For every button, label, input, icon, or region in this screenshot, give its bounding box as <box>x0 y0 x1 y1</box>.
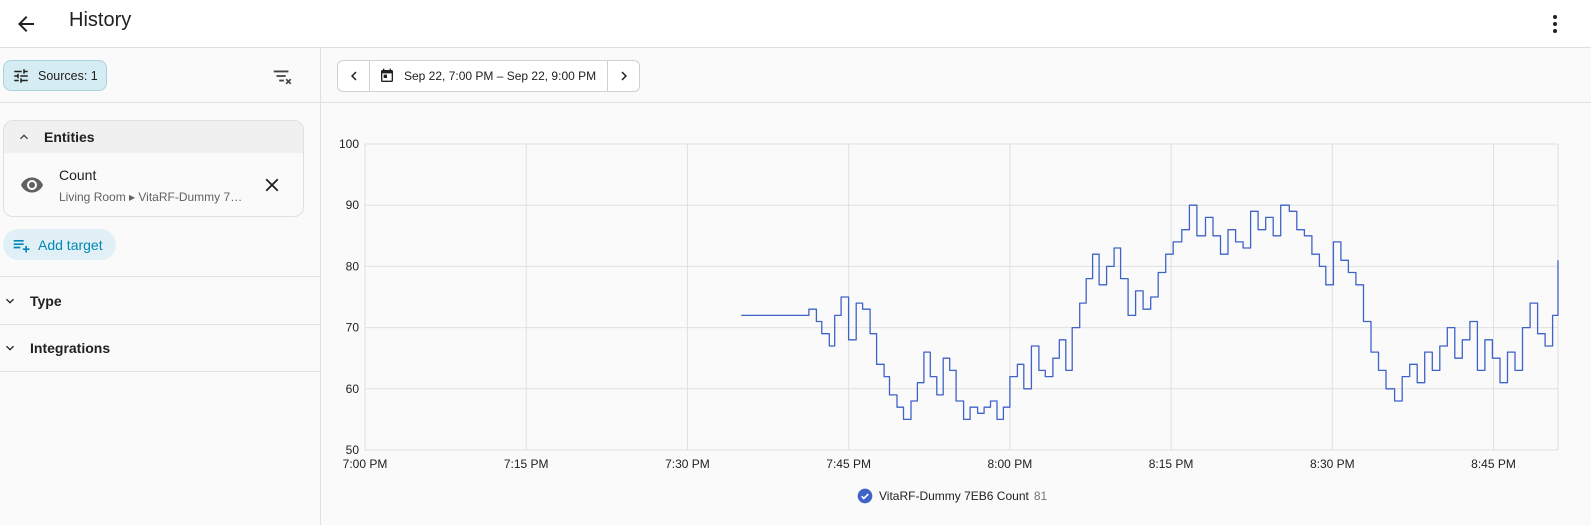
add-target-label: Add target <box>38 236 103 253</box>
date-range-display[interactable]: Sep 22, 7:00 PM – Sep 22, 9:00 PM <box>370 61 607 91</box>
dots-vertical-icon <box>1553 15 1557 33</box>
sources-row: Sources: 1 <box>0 48 320 103</box>
x-tick-label: 8:30 PM <box>1310 457 1355 471</box>
page-title: History <box>69 9 132 31</box>
entities-header[interactable]: Entities <box>4 121 303 153</box>
date-range-picker: Sep 22, 7:00 PM – Sep 22, 9:00 PM <box>337 60 640 92</box>
check-circle-icon <box>857 488 873 504</box>
chevron-left-icon <box>350 71 357 81</box>
y-tick-label: 60 <box>346 382 360 396</box>
filter-remove-icon <box>273 70 292 85</box>
x-tick-label: 8:00 PM <box>988 457 1033 471</box>
section-integrations[interactable]: Integrations <box>0 324 320 372</box>
back-button[interactable] <box>8 6 44 42</box>
main-content: Sep 22, 7:00 PM – Sep 22, 9:00 PM 100 90 8… <box>321 48 1591 525</box>
date-toolbar: Sep 22, 7:00 PM – Sep 22, 9:00 PM <box>321 48 1591 103</box>
previous-range-button[interactable] <box>338 61 370 91</box>
arrow-left-icon <box>18 16 34 32</box>
x-tick-label: 7:45 PM <box>826 457 871 471</box>
entity-path: Living Room ▸ VitaRF-Dummy 7EB6 Count <box>59 190 244 204</box>
top-app-bar: History <box>0 0 1591 48</box>
legend-series-name: VitaRF-Dummy 7EB6 Count <box>879 489 1029 503</box>
date-range-label: Sep 22, 7:00 PM – Sep 22, 9:00 PM <box>404 69 597 83</box>
chart-legend-item[interactable]: VitaRF-Dummy 7EB6 Count 81 <box>857 488 1047 504</box>
chevron-up-icon <box>20 134 28 140</box>
y-tick-label: 100 <box>339 137 359 151</box>
x-tick-label: 8:15 PM <box>1149 457 1194 471</box>
entities-header-label: Entities <box>44 129 95 145</box>
sources-chip-label: Sources: 1 <box>38 68 98 83</box>
add-target-button[interactable]: Add target <box>3 229 116 260</box>
history-chart: 100 90 80 70 60 50 7:00 PM 7:15 PM 7:30 PM 7:45 P… <box>321 104 1591 525</box>
entity-name: Count <box>59 167 97 183</box>
x-tick-label: 8:45 PM <box>1471 457 1516 471</box>
legend-series-value: 81 <box>1033 489 1048 503</box>
x-tick-label: 7:00 PM <box>343 457 388 471</box>
section-integrations-label: Integrations <box>30 340 111 356</box>
chevron-right-icon <box>620 71 627 81</box>
series-line <box>741 204 1559 421</box>
clear-filters-button[interactable] <box>266 60 298 92</box>
close-icon <box>265 178 279 192</box>
y-tick-label: 90 <box>346 198 360 212</box>
remove-entity-button[interactable] <box>260 173 284 197</box>
y-tick-label: 50 <box>346 443 360 457</box>
section-type-label: Type <box>30 292 62 309</box>
next-range-button[interactable] <box>607 61 639 91</box>
y-tick-label: 80 <box>346 259 360 273</box>
x-tick-label: 7:15 PM <box>504 457 549 471</box>
entities-card: Entities Count Living Room ▸ VitaRF-Dumm… <box>3 120 304 217</box>
chevron-down-icon <box>6 298 14 304</box>
section-type[interactable]: Type <box>0 276 320 324</box>
sources-chip[interactable]: Sources: 1 <box>3 60 107 91</box>
tune-icon <box>14 68 28 83</box>
sidebar: Sources: 1 Entities Count Living Room ▸ … <box>0 48 321 525</box>
playlist-plus-icon <box>13 239 30 252</box>
entity-item[interactable]: Count Living Room ▸ VitaRF-Dummy 7EB6 Co… <box>4 153 303 216</box>
overflow-menu-button[interactable] <box>1537 6 1573 42</box>
line-chart: 100 90 80 70 60 507:00 PM 7:15 PM 7:30 PM 7:45 P… <box>339 137 1559 471</box>
eye-icon[interactable] <box>20 173 44 202</box>
x-tick-label: 7:30 PM <box>665 457 710 471</box>
chevron-down-icon <box>6 345 14 351</box>
calendar-icon <box>381 68 393 82</box>
y-tick-label: 70 <box>346 321 360 335</box>
